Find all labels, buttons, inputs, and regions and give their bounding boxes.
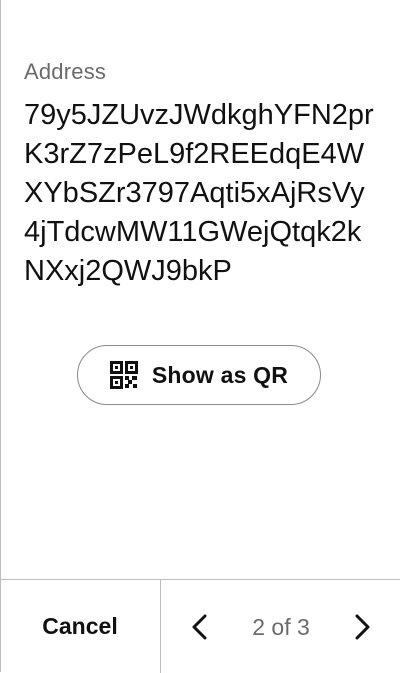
address-value: 79y5JZUvzJWdkghYFN2prK3rZ7zPeL9f2REEdqE4…	[24, 99, 374, 287]
address-section: Address 79y5JZUvzJWdkghYFN2prK3rZ7zPeL9f…	[24, 58, 384, 291]
page-indicator: 2 of 3	[252, 614, 310, 640]
left-border	[0, 0, 1, 672]
address-label: Address	[24, 59, 107, 84]
footer-bar: Cancel 2 of 3	[0, 579, 400, 673]
qr-code-icon	[109, 361, 138, 389]
show-as-qr-button[interactable]: Show as QR	[77, 345, 321, 405]
chevron-right-icon[interactable]	[345, 611, 377, 643]
cancel-button[interactable]: Cancel	[0, 580, 160, 673]
pagination: 2 of 3	[161, 580, 400, 673]
show-as-qr-label: Show as QR	[151, 361, 289, 388]
chevron-left-icon[interactable]	[185, 611, 217, 643]
